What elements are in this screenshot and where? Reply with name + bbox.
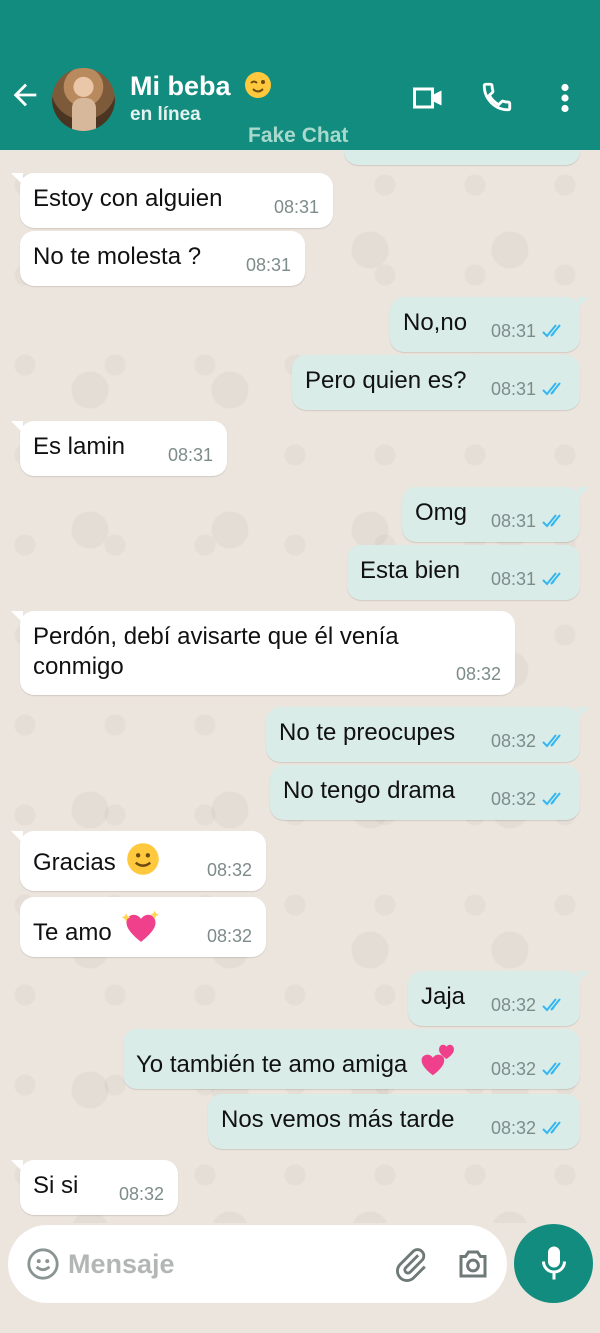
message-text: Omg <box>415 499 468 526</box>
message-bubble-partial <box>344 150 580 165</box>
message-time: 08:32 <box>206 926 252 946</box>
mic-button[interactable] <box>514 1224 593 1303</box>
message-time: 08:32 <box>490 789 536 809</box>
message-bubble-outgoing[interactable]: Nos vemos más tarde 08:32 <box>208 1094 580 1149</box>
message-time: 08:31 <box>490 321 536 341</box>
message-text: Nos vemos más tarde <box>221 1106 455 1133</box>
message-text: Gracias <box>33 842 160 884</box>
back-arrow-icon[interactable] <box>8 78 48 118</box>
message-bubble-incoming[interactable]: Perdón, debí avisarte que él venía conmi… <box>11 611 515 695</box>
message-time: 08:31 <box>490 379 536 399</box>
message-text: Te amo <box>33 908 160 954</box>
double-check-icon <box>542 514 561 528</box>
video-call-icon[interactable] <box>410 80 446 121</box>
message-time: 08:31 <box>167 445 213 465</box>
contact-avatar[interactable] <box>52 68 115 131</box>
message-text: Esta bien <box>360 557 461 584</box>
message-time: 08:32 <box>490 731 536 751</box>
message-time: 08:32 <box>118 1184 164 1204</box>
message-text-content: Yo también te amo amiga <box>136 1051 408 1078</box>
message-time: 08:32 <box>490 1059 536 1079</box>
winking-face-emoji-icon <box>244 71 272 106</box>
message-text-content: Gracias <box>33 849 116 876</box>
message-input[interactable] <box>68 1243 368 1285</box>
double-check-icon <box>542 1062 561 1076</box>
double-check-icon <box>542 572 561 586</box>
message-bubble-outgoing[interactable]: Yo también te amo amiga 08:32 <box>123 1029 580 1089</box>
message-bubble-incoming[interactable]: No te molesta ? 08:31 <box>20 231 305 286</box>
message-text: No,no <box>403 309 468 336</box>
message-list[interactable]: Estoy con alguien 08:31 No te molesta ? … <box>0 150 600 1223</box>
message-text: Es lamin <box>33 433 126 460</box>
double-check-icon <box>542 382 561 396</box>
message-text: No tengo drama <box>283 777 456 804</box>
watermark-text: Fake Chat <box>248 124 349 147</box>
message-bubble-incoming[interactable]: Estoy con alguien 08:31 <box>11 173 333 228</box>
message-bubble-outgoing[interactable]: No te preocupes 08:32 <box>266 707 589 762</box>
message-text: Yo también te amo amiga <box>136 1040 456 1086</box>
message-time: 08:31 <box>273 197 319 217</box>
emoji-icon[interactable] <box>26 1247 60 1286</box>
double-check-icon <box>542 734 561 748</box>
message-bubble-incoming[interactable]: Si si 08:32 <box>11 1160 178 1215</box>
message-text-content: Te amo <box>33 919 112 946</box>
double-check-icon <box>542 324 561 338</box>
message-bubble-incoming[interactable]: Te amo 08:32 <box>20 897 266 957</box>
attach-icon[interactable] <box>392 1245 430 1288</box>
message-time: 08:32 <box>490 995 536 1015</box>
phone-icon[interactable] <box>480 80 514 119</box>
double-check-icon <box>542 792 561 806</box>
contact-status: en línea <box>130 104 201 125</box>
message-text: Pero quien es? <box>305 367 467 394</box>
message-text: Jaja <box>421 983 466 1010</box>
message-text: No te preocupes <box>279 719 456 746</box>
message-time: 08:32 <box>455 664 501 684</box>
message-time: 08:31 <box>490 569 536 589</box>
sparkling-heart-emoji-icon <box>122 908 160 954</box>
contact-name-text: Mi beba <box>130 71 231 101</box>
message-bubble-incoming[interactable]: Gracias 08:32 <box>11 831 266 891</box>
message-bubble-outgoing[interactable]: No,no 08:31 <box>390 297 589 352</box>
message-bubble-incoming[interactable]: Es lamin 08:31 <box>11 421 227 476</box>
message-bubble-outgoing[interactable]: No tengo drama 08:32 <box>270 765 580 820</box>
double-check-icon <box>542 1121 561 1135</box>
message-time: 08:32 <box>206 860 252 880</box>
message-bubble-outgoing[interactable]: Omg 08:31 <box>402 487 589 542</box>
message-composer <box>8 1225 507 1303</box>
more-vert-icon[interactable] <box>552 80 578 121</box>
message-time: 08:31 <box>490 511 536 531</box>
message-time: 08:32 <box>490 1118 536 1138</box>
two-hearts-emoji-icon <box>418 1040 456 1086</box>
chat-header: Mi beba en línea Fake Chat <box>0 0 600 150</box>
message-bubble-outgoing[interactable]: Jaja 08:32 <box>408 971 589 1026</box>
camera-icon[interactable] <box>455 1246 491 1287</box>
mic-icon <box>542 1246 566 1280</box>
message-bubble-outgoing[interactable]: Pero quien es? 08:31 <box>292 355 580 410</box>
message-text: Estoy con alguien <box>33 185 223 212</box>
message-text: Si si <box>33 1172 79 1199</box>
message-bubble-outgoing[interactable]: Esta bien 08:31 <box>347 545 580 600</box>
message-time: 08:31 <box>245 255 291 275</box>
contact-name[interactable]: Mi beba <box>130 71 272 106</box>
slightly-smiling-face-emoji-icon <box>126 842 160 884</box>
message-text: Perdón, debí avisarte que él venía conmi… <box>33 623 399 680</box>
double-check-icon <box>542 998 561 1012</box>
message-text: No te molesta ? <box>33 243 202 270</box>
